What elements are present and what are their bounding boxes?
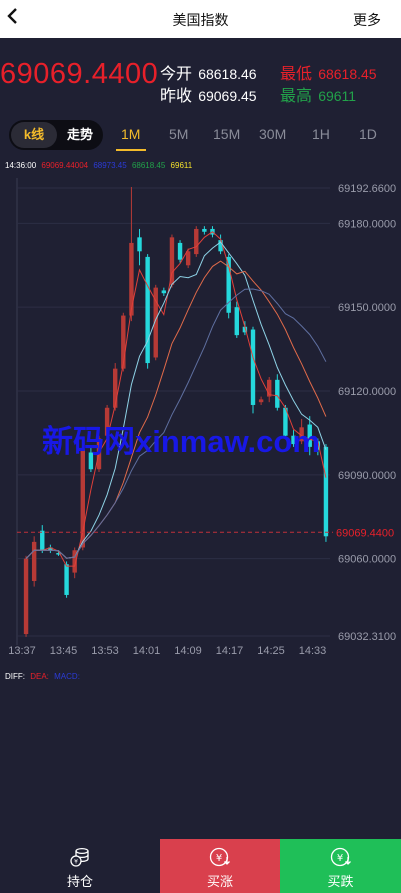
buy-up-button[interactable]: ¥ 买涨 [160,839,280,893]
period-30m[interactable]: 30M [259,126,286,142]
bottom-action-bar: ¥ 持仓 ¥ 买涨 ¥ 买跌 [0,839,401,893]
candle-body [161,290,167,294]
open-value: 68618.46 [198,66,257,82]
macd-legend: DIFF: DEA: MACD: [5,672,83,681]
candle-body [275,379,280,408]
candle-body [31,541,37,581]
y-tick-label: 69120.0000 [338,386,396,398]
low-label: 最低 [280,66,313,83]
period-1d[interactable]: 1D [359,126,377,142]
x-tick-label: 14:25 [257,645,285,657]
candle-body [64,564,69,595]
y-tick-label: 69090.0000 [338,470,396,482]
current-price-label: 69069.4400 [336,527,394,539]
candle-body [23,558,29,635]
period-15m[interactable]: 15M [213,126,240,142]
svg-text:¥: ¥ [336,853,342,864]
y-tick-label: 69032.3100 [338,631,396,643]
high-value: 69611 [318,88,357,104]
buy-down-label: 买跌 [327,874,354,889]
open-label: 今开 [160,66,193,83]
x-tick-label: 14:01 [133,645,161,657]
period-1m[interactable]: 1M [121,126,140,142]
candle-body [323,446,329,537]
candle-body [145,256,150,364]
current-price: 69069.4400 [0,58,159,90]
candle-body [137,237,142,252]
x-tick-label: 14:09 [174,645,202,657]
x-tick-label: 13:53 [91,645,119,657]
low-value: 68618.45 [318,66,377,82]
yuan-up-icon: ¥ [209,847,230,867]
ma-line-12 [25,260,327,559]
yuan-down-icon: ¥ [330,847,351,867]
x-tick-label: 14:33 [299,645,327,657]
candle-body [177,242,183,260]
candle-body [40,530,45,551]
period-1h[interactable]: 1H [312,126,330,142]
active-period-indicator [116,149,146,151]
prev-close-stat: 昨收 69069.45 [160,82,257,106]
watermark-text: 新码网xinmaw.com [42,424,320,459]
ma-line-3 [25,231,327,567]
y-tick-label: 69150.0000 [338,302,396,314]
y-tick-label: 69180.0000 [338,218,396,230]
y-tick-label: 69060.0000 [338,554,396,566]
macd-macd-label: MACD: [54,672,80,681]
buy-down-button[interactable]: ¥ 买跌 [280,839,401,893]
coins-icon: ¥ [70,847,89,867]
hold-button[interactable]: ¥ 持仓 [0,839,160,893]
y-tick-label: 69192.6600 [338,183,396,195]
candle-body [202,228,207,232]
mode-toggle: k线 走势 [9,120,103,150]
legend-value-1: 69069.44004 [41,161,89,170]
candle-body [185,251,191,266]
candle-body [250,329,256,405]
high-label: 最高 [280,88,313,105]
tab-trend[interactable]: 走势 [59,122,101,148]
hold-label: 持仓 [66,874,93,889]
candle-body [169,237,175,285]
macd-diff-label: DIFF: [5,672,25,681]
more-button[interactable]: 更多 [353,10,381,30]
low-stat: 最低 68618.45 [280,60,377,84]
macd-dea-label: DEA: [30,672,49,681]
legend-value-3: 68618.45 [131,161,166,170]
legend-value-4: 69611 [170,161,193,170]
page-title: 美国指数 [172,12,229,28]
candle-body [234,307,239,336]
legend-value-2: 68973.45 [93,161,127,170]
open-stat: 今开 68618.46 [160,60,257,84]
candle-body [129,242,134,316]
candle-body [113,368,118,408]
prev-close-value: 69069.45 [198,88,257,104]
svg-text:¥: ¥ [216,853,222,864]
chart-tabs: k线 走势 1M 5M 15M 30M 1H 1D [0,118,401,152]
candle-body [258,399,264,403]
buy-up-label: 买涨 [206,874,233,889]
x-tick-label: 13:37 [8,645,36,657]
legend-time: 14:36:00 [5,161,37,170]
high-stat: 最高 69611 [280,82,356,106]
x-tick-label: 14:17 [216,645,244,657]
period-5m[interactable]: 5M [169,126,188,142]
candle-body [194,228,199,255]
prev-close-label: 昨收 [160,88,193,105]
svg-text:¥: ¥ [74,859,78,866]
chart-legend: 14:36:00 69069.44004 68973.45 68618.45 6… [5,161,195,170]
x-tick-label: 13:45 [50,645,78,657]
top-bar: 美国指数 更多 [0,0,401,38]
tab-kline[interactable]: k线 [11,122,57,148]
